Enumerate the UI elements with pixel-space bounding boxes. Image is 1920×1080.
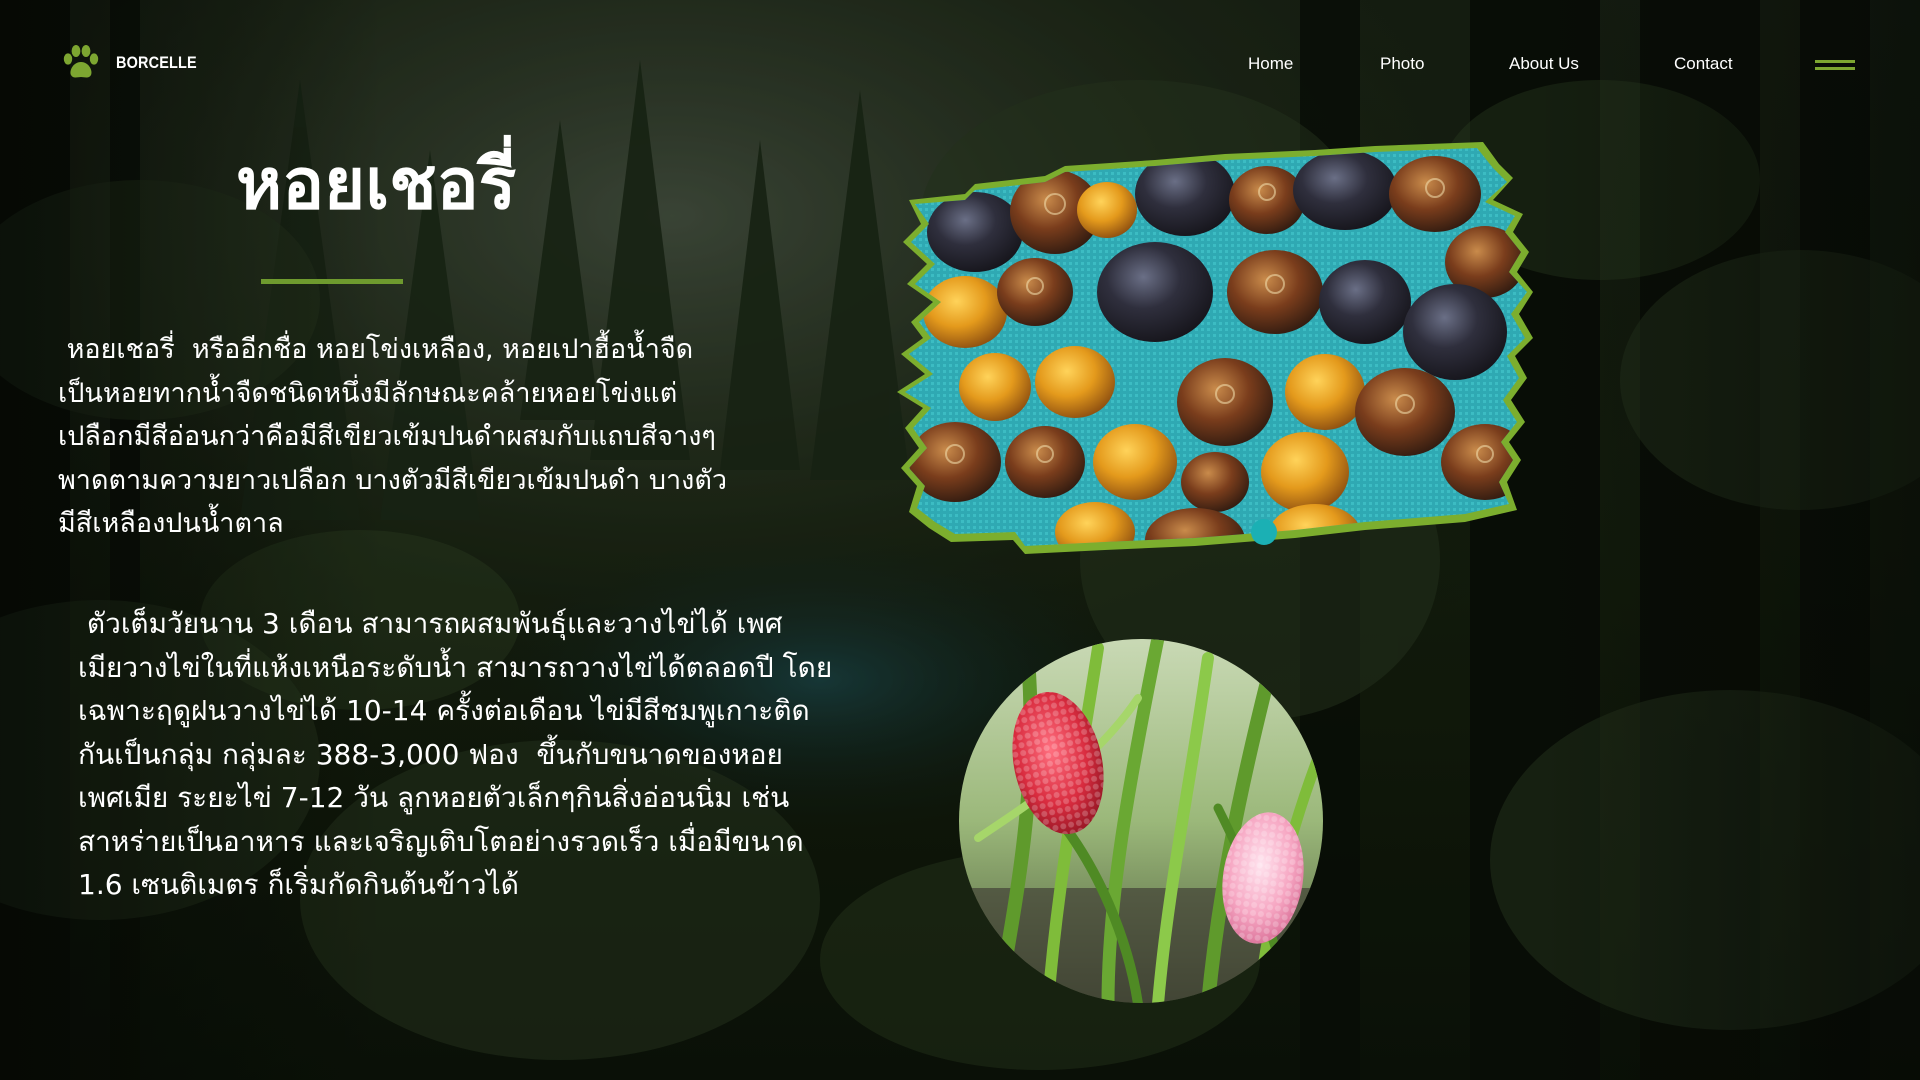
landing-page: BORCELLE Home Photo About Us Contact หอย… [0, 0, 1920, 1080]
menu-bar [1815, 60, 1855, 63]
description-paragraph: หอยเชอรี่ หรืออีกชื่อ หอยโข่งเหลือง, หอย… [58, 334, 728, 539]
nav-home-link[interactable]: Home [1248, 54, 1293, 74]
apple-snails-photo [895, 142, 1535, 612]
page-title: หอยเชอรี่ [236, 143, 517, 225]
menu-bar [1815, 67, 1855, 70]
title-underline [261, 279, 403, 284]
snail-eggs-photo [959, 639, 1323, 1003]
main-navigation: Home Photo About Us Contact [0, 54, 1920, 78]
nav-about-us-link[interactable]: About Us [1509, 54, 1579, 74]
carousel-indicator-dot[interactable] [1251, 519, 1277, 545]
nav-photo-link[interactable]: Photo [1380, 54, 1424, 74]
hamburger-menu-icon[interactable] [1812, 56, 1858, 74]
nav-contact-link[interactable]: Contact [1674, 54, 1733, 74]
life-cycle-paragraph: ตัวเต็มวัยนาน 3 เดือน สามารถผสมพันธุ์และ… [78, 607, 833, 901]
